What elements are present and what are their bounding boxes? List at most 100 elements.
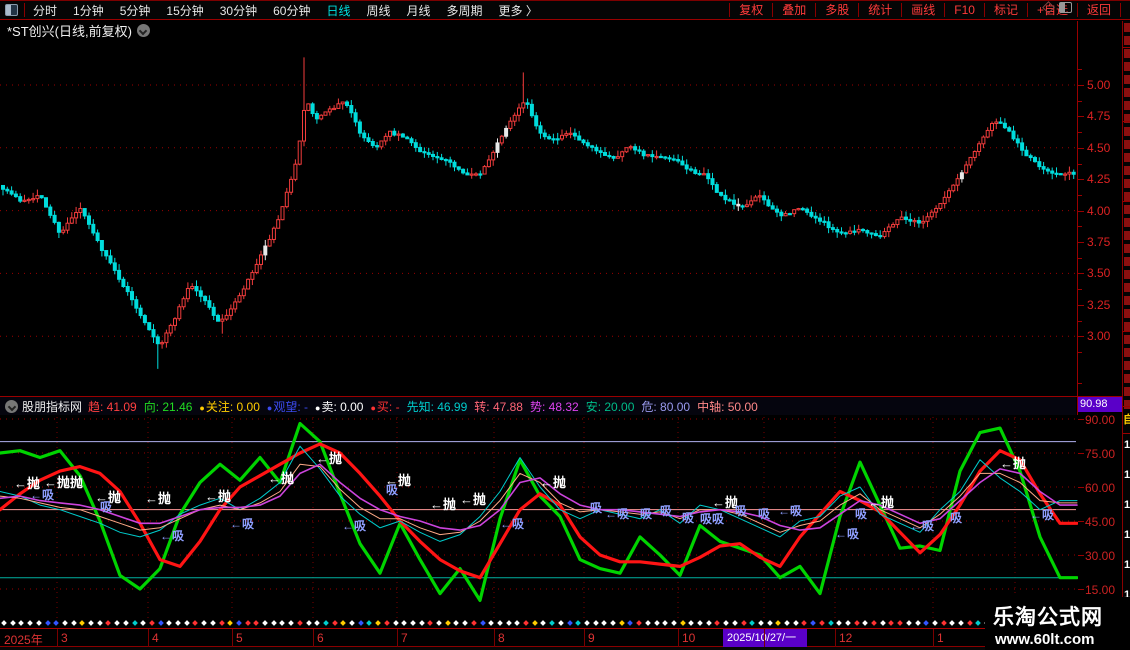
period-item-60分钟[interactable]: 60分钟 (265, 4, 318, 18)
price-label: 4.75 (1087, 109, 1127, 123)
svg-text:吸: 吸 (735, 504, 748, 518)
price-tick (1078, 148, 1084, 149)
month-label: 12 (839, 631, 852, 645)
signal-dot (114, 620, 120, 626)
signal-dot (454, 620, 460, 626)
month-tick (232, 629, 233, 647)
price-subtick (1078, 321, 1082, 322)
chart-title-row: *ST创兴(日线,前复权) (0, 21, 1078, 39)
signal-dot (584, 620, 590, 626)
tool-item-F10[interactable]: F10 (944, 3, 984, 17)
indicator-field-先知: 先知: 46.99 (407, 400, 468, 414)
diamond-icon[interactable] (1042, 1, 1055, 14)
window-layout-icon[interactable] (5, 4, 18, 16)
strip-divider (1123, 121, 1130, 122)
svg-text:吸吸: 吸吸 (700, 512, 725, 526)
signal-dot (36, 620, 42, 626)
period-item-30分钟[interactable]: 30分钟 (212, 4, 265, 18)
signal-dot (419, 620, 425, 626)
clipped-menu-glyphs (1124, 23, 1130, 413)
indicator-field-中轴: 中轴: 50.00 (697, 400, 758, 414)
strip-digit[interactable]: 1 (1124, 439, 1130, 451)
year-label: 2025年 (4, 631, 43, 648)
date-axis[interactable]: 2025年 2025/10/27/一 345678910121 (0, 628, 1130, 647)
signal-dot (854, 620, 860, 626)
svg-text:←吸: ←吸 (230, 517, 255, 531)
price-tick (1078, 85, 1084, 86)
tool-item-标记[interactable]: 标记 (984, 3, 1027, 17)
signal-dot (201, 620, 207, 626)
signal-dot (358, 620, 364, 626)
period-item-周线[interactable]: 周线 (358, 4, 398, 18)
svg-text:←吸: ←吸 (342, 519, 367, 533)
indicator-axis-label: 90.00 (1085, 413, 1127, 427)
strip-divider (1123, 47, 1130, 48)
indicator-value-badge: 90.98 (1078, 397, 1126, 412)
price-label: 3.25 (1087, 298, 1127, 312)
period-item-日线[interactable]: 日线 (318, 4, 358, 18)
price-label: 4.00 (1087, 204, 1127, 218)
indicator-tick (1078, 589, 1084, 590)
month-label: 8 (498, 631, 505, 645)
signal-dot (497, 620, 503, 626)
tool-item-复权[interactable]: 复权 (729, 3, 772, 17)
svg-text:吸: 吸 (100, 500, 113, 514)
indicator-tick (1078, 419, 1084, 420)
period-item-5分钟[interactable]: 5分钟 (112, 4, 159, 18)
signal-dot (723, 620, 729, 626)
period-item-更多 〉[interactable]: 更多 〉 (491, 4, 546, 18)
signal-dot (549, 620, 555, 626)
top-toolbar: 分时1分钟5分钟15分钟30分钟60分钟日线周线月线多周期更多 〉 复权叠加多股… (0, 0, 1130, 20)
tool-item-叠加[interactable]: 叠加 (772, 3, 815, 17)
strip-digit[interactable]: 1 (1124, 559, 1130, 571)
period-item-月线[interactable]: 月线 (399, 4, 439, 18)
period-item-分时[interactable]: 分时 (25, 4, 65, 18)
indicator-tick (1078, 487, 1084, 488)
signal-dot (575, 620, 581, 626)
right-sidebar-strip[interactable]: 自 111111 (1122, 21, 1130, 647)
strip-digit[interactable]: 1 (1124, 469, 1130, 481)
signal-dot (732, 620, 738, 626)
strip-digit[interactable]: 1 (1124, 529, 1130, 541)
page-title: *ST创兴(日线,前复权) (7, 21, 132, 40)
price-label: 4.50 (1087, 141, 1127, 155)
period-item-多周期[interactable]: 多周期 (439, 4, 491, 18)
svg-text:←抛: ←抛 (205, 489, 231, 504)
tool-item-画线[interactable]: 画线 (901, 3, 944, 17)
signal-dot (384, 620, 390, 626)
split-window-icon[interactable] (1059, 2, 1072, 13)
signal-dot (158, 620, 164, 626)
tool-item-统计[interactable]: 统计 (858, 3, 901, 17)
month-label: 1 (937, 631, 944, 645)
tool-item-返回[interactable]: 返回 (1077, 3, 1121, 17)
price-tick (1078, 273, 1084, 274)
svg-text:←吸: ←吸 (30, 488, 55, 502)
signal-dot (393, 620, 399, 626)
signal-dot (915, 620, 921, 626)
indicator-field-趋: 趋: 41.09 (88, 400, 137, 414)
title-dropdown-icon[interactable] (137, 24, 150, 37)
svg-text:←吸: ←吸 (778, 504, 803, 518)
indicator-dropdown-icon[interactable] (5, 400, 18, 413)
svg-text:←抛: ←抛 (540, 475, 566, 490)
period-item-1分钟[interactable]: 1分钟 (65, 4, 112, 18)
candlestick-chart[interactable] (0, 40, 1078, 396)
tool-item-多股[interactable]: 多股 (815, 3, 858, 17)
signal-dot (645, 620, 651, 626)
signal-dot (71, 620, 77, 626)
signal-dot (976, 620, 982, 626)
svg-text:←吸: ←吸 (835, 527, 860, 541)
month-tick (397, 629, 398, 647)
month-tick (835, 629, 836, 647)
period-item-15分钟[interactable]: 15分钟 (158, 4, 211, 18)
indicator-name: 股朋指标网 (22, 398, 82, 415)
signal-dot (106, 620, 112, 626)
indicator-chart[interactable]: ←抛←抛抛←抛←抛←抛←抛←抛←抛←抛←抛←抛←抛←抛←抛←吸吸←吸←吸←吸吸←… (0, 415, 1078, 620)
svg-text:←抛: ←抛 (460, 492, 486, 507)
price-tick (1078, 211, 1084, 212)
strip-digit[interactable]: 1 (1124, 499, 1130, 511)
sidebar-highlight-item[interactable]: 自 (1123, 411, 1130, 427)
svg-text:←抛: ←抛 (316, 451, 342, 466)
signal-dot (149, 620, 155, 626)
signal-dot (427, 620, 433, 626)
